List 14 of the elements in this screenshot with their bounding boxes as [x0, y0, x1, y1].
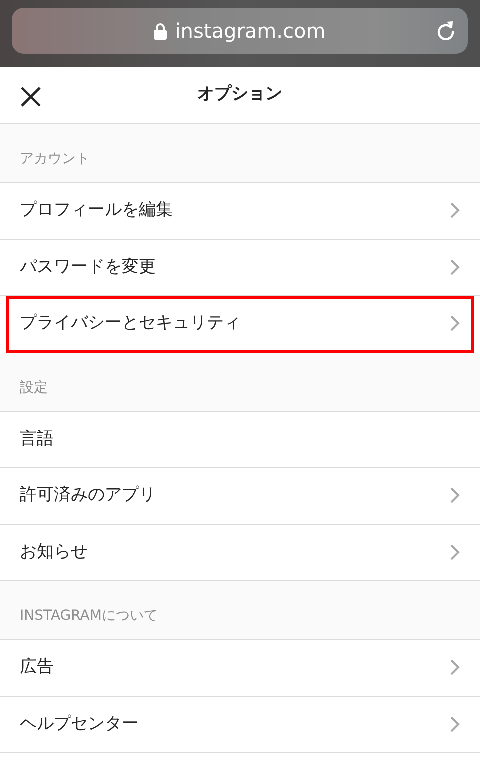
menu-item[interactable]: パスワードを変更 [0, 240, 480, 296]
address-bar[interactable]: instagram.com [12, 8, 468, 54]
section-heading: 設定 [20, 378, 48, 398]
lock-icon [154, 22, 168, 40]
menu-item[interactable]: 言語 [0, 412, 480, 468]
menu-item[interactable]: ヘルプセンター [0, 696, 480, 753]
reload-icon[interactable] [436, 20, 456, 42]
highlighted-menu-item[interactable]: プライバシーとセキュリティ [6, 296, 474, 352]
close-button[interactable] [20, 84, 42, 106]
section-heading: INSTAGRAMについて [20, 607, 158, 626]
menu-item[interactable]: お知らせ [0, 524, 480, 581]
page-title: オプション [198, 83, 282, 106]
url-text: instagram.com [175, 18, 326, 45]
section-heading: アカウント [20, 150, 90, 169]
